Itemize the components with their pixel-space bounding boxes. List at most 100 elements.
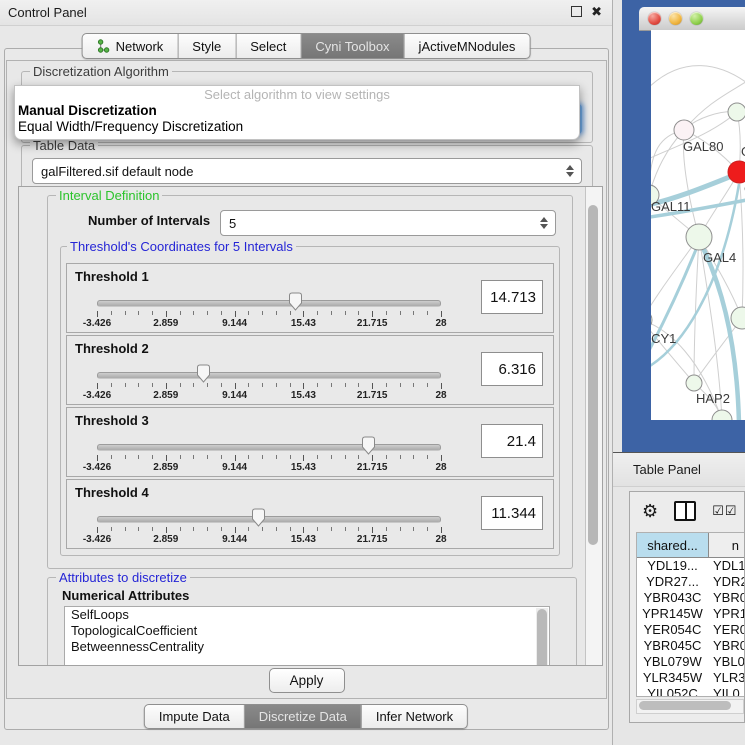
float-window-icon[interactable] [571, 6, 582, 17]
table-cell[interactable]: YBR0 [709, 590, 744, 606]
scale-tick-label: 2.859 [153, 390, 178, 401]
gear-icon[interactable]: ⚙ [642, 502, 658, 520]
tab-style[interactable]: Style [178, 34, 236, 58]
table-cell[interactable]: YPR1 [709, 606, 744, 622]
threshold-value-field[interactable]: 6.316 [481, 352, 543, 386]
threshold-slider[interactable]: -3.4262.8599.14415.4321.71528 [97, 264, 441, 332]
tab-infer-network[interactable]: Infer Network [362, 705, 467, 728]
table-row[interactable]: YLR345WYLR3 [637, 670, 744, 686]
table-cell[interactable]: YBR045C [637, 638, 709, 654]
network-edge[interactable] [651, 130, 684, 195]
table-cell[interactable]: YLR345W [637, 670, 709, 686]
algorithm-option[interactable]: Manual Discretization [15, 103, 579, 119]
table-cell[interactable]: YIL0 [709, 686, 744, 697]
threshold-value-field[interactable]: 21.4 [481, 424, 543, 458]
network-node[interactable] [728, 161, 745, 183]
table-cell[interactable]: YBR0 [709, 638, 744, 654]
slider-thumb[interactable] [196, 364, 211, 383]
column-header-shared-name[interactable]: shared... [637, 533, 709, 557]
table-cell[interactable]: YPR145W [637, 606, 709, 622]
tab-network[interactable]: Network [83, 34, 179, 58]
scrollbar-thumb[interactable] [588, 205, 598, 545]
window-zoom-icon[interactable] [690, 12, 703, 25]
network-node-label: GCY1 [651, 331, 676, 346]
table-row[interactable]: YBR043CYBR0 [637, 590, 744, 606]
network-node[interactable] [651, 310, 652, 330]
network-node[interactable] [728, 103, 745, 121]
network-edge[interactable] [739, 172, 743, 318]
scrollbar-thumb[interactable] [639, 701, 731, 710]
attribute-list-item[interactable]: TopologicalCoefficient [65, 623, 549, 639]
slider-track[interactable] [97, 300, 441, 307]
number-of-intervals-combobox[interactable]: 5 [220, 210, 556, 236]
table-cell[interactable]: YDL1 [709, 558, 744, 574]
slider-thumb[interactable] [251, 508, 266, 527]
table-row[interactable]: YBR045CYBR0 [637, 638, 744, 654]
table-data-combobox[interactable]: galFiltered.sif default node [32, 158, 582, 184]
select-columns-icon[interactable]: ☑☑ [712, 503, 737, 519]
table-row[interactable]: YPR145WYPR1 [637, 606, 744, 622]
threshold-slider[interactable]: -3.4262.8599.14415.4321.71528 [97, 336, 441, 404]
tab-select[interactable]: Select [236, 34, 301, 58]
tab-cyni-toolbox[interactable]: Cyni Toolbox [301, 34, 404, 58]
network-node-label: GAL80 [683, 139, 723, 154]
network-canvas[interactable]: GAL80GACGAL11GAL4GCY1HAHAP2 [651, 30, 745, 420]
attribute-list-item[interactable]: BetweennessCentrality [65, 639, 549, 655]
attribute-list-item[interactable]: SelfLoops [65, 607, 549, 623]
network-edge[interactable] [651, 66, 745, 90]
table-cell[interactable]: YBL079W [637, 654, 709, 670]
table-cell[interactable]: YBR043C [637, 590, 709, 606]
close-icon[interactable]: ✖ [591, 6, 602, 17]
tab-label: jActiveMNodules [419, 39, 516, 54]
slider-track[interactable] [97, 444, 441, 451]
table-cell[interactable]: YDL19... [637, 558, 709, 574]
table-cell[interactable]: YDR27... [637, 574, 709, 590]
slider-thumb[interactable] [288, 292, 303, 311]
tab-label: Impute Data [159, 709, 230, 724]
node-attribute-table: shared...n YDL19...YDL1YDR27...YDR2YBR04… [636, 532, 744, 697]
scale-tick-label: -3.426 [83, 318, 111, 329]
apply-button[interactable]: Apply [269, 668, 345, 693]
scale-tick-label: 15.43 [291, 390, 316, 401]
network-node[interactable] [674, 120, 694, 140]
window-close-icon[interactable] [648, 12, 661, 25]
table-cell[interactable]: YLR3 [709, 670, 744, 686]
tab-jactivemnodules[interactable]: jActiveMNodules [405, 34, 530, 58]
scrollbar-thumb[interactable] [537, 609, 547, 665]
scale-tick-label: 15.43 [291, 534, 316, 545]
table-row[interactable]: YDL19...YDL1 [637, 558, 744, 574]
scale-tick-label: 28 [435, 318, 446, 329]
table-row[interactable]: YBL079WYBL0 [637, 654, 744, 670]
network-node[interactable] [686, 224, 712, 250]
column-header-name[interactable]: n [709, 533, 744, 557]
table-row[interactable]: YER054CYER0 [637, 622, 744, 638]
network-node[interactable] [712, 410, 732, 420]
tab-impute-data[interactable]: Impute Data [145, 705, 245, 728]
network-window-titlebar[interactable] [639, 7, 745, 31]
algorithm-option[interactable]: Equal Width/Frequency Discretization [15, 119, 579, 135]
network-edge[interactable] [684, 75, 745, 130]
table-row[interactable]: YIL052CYIL0 [637, 686, 744, 697]
slider-track[interactable] [97, 516, 441, 523]
threshold-slider[interactable]: -3.4262.8599.14415.4321.71528 [97, 408, 441, 476]
slider-track[interactable] [97, 372, 441, 379]
network-edge[interactable] [651, 320, 694, 383]
network-edge[interactable] [651, 130, 684, 195]
table-cell[interactable]: YIL052C [637, 686, 709, 697]
threshold-slider[interactable]: -3.4262.8599.14415.4321.71528 [97, 480, 441, 548]
network-node[interactable] [686, 375, 702, 391]
table-row[interactable]: YDR27...YDR2 [637, 574, 744, 590]
control-panel-titlebar: Control Panel ✖ [0, 0, 612, 26]
table-cell[interactable]: YER054C [637, 622, 709, 638]
table-cell[interactable]: YER0 [709, 622, 744, 638]
threshold-value-field[interactable]: 11.344 [481, 496, 543, 530]
columns-icon[interactable] [674, 501, 696, 521]
slider-thumb[interactable] [361, 436, 376, 455]
table-cell[interactable]: YBL0 [709, 654, 744, 670]
tab-discretize-data[interactable]: Discretize Data [245, 705, 362, 728]
network-edge[interactable] [651, 237, 699, 320]
window-minimize-icon[interactable] [669, 12, 682, 25]
table-cell[interactable]: YDR2 [709, 574, 744, 590]
threshold-value-field[interactable]: 14.713 [481, 280, 543, 314]
network-node[interactable] [731, 307, 745, 329]
